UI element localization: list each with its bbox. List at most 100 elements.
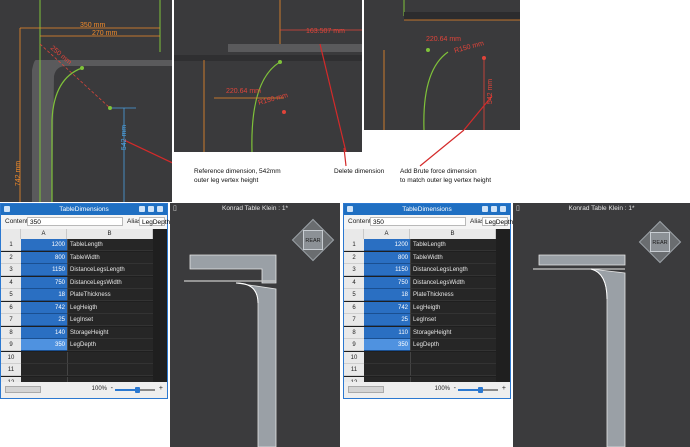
- row-header[interactable]: 8: [344, 326, 364, 339]
- spreadsheet-window-right[interactable]: TableDimensions Content: 350 Alias: LegD…: [343, 203, 513, 399]
- cell-b[interactable]: LegInset: [67, 314, 153, 326]
- sketch-panel-1[interactable]: 350 mm 270 mm 250 mm 742 mm 542 mm: [0, 0, 172, 202]
- sketch-canvas-3[interactable]: [364, 0, 520, 130]
- minimize-icon[interactable]: [482, 206, 488, 212]
- cell-a[interactable]: [364, 364, 410, 376]
- zoom-out-button[interactable]: -: [111, 385, 113, 392]
- 3d-view-right[interactable]: ▯ Konrad Table Klein : 1* REAR: [513, 203, 690, 447]
- cell-b[interactable]: LegDepth: [410, 339, 496, 351]
- zoom-slider[interactable]: [115, 387, 155, 393]
- minimize-icon[interactable]: [139, 206, 145, 212]
- cell-a[interactable]: 25: [21, 314, 67, 326]
- maximize-icon[interactable]: [148, 206, 154, 212]
- cell-b[interactable]: DistanceLegsLength: [410, 264, 496, 276]
- model-canvas[interactable]: [170, 203, 340, 447]
- table-row[interactable]: 6 742 LegHeigth: [344, 301, 510, 315]
- row-header[interactable]: 8: [1, 326, 21, 339]
- row-header[interactable]: 7: [1, 314, 21, 326]
- corner-header[interactable]: [344, 229, 364, 239]
- row-header[interactable]: 2: [344, 251, 364, 264]
- table-row[interactable]: 11: [1, 364, 167, 377]
- table-row[interactable]: 3 1150 DistanceLegsLength: [1, 264, 167, 277]
- cell-b[interactable]: LegDepth: [67, 339, 153, 351]
- row-header[interactable]: 4: [1, 276, 21, 289]
- cell-a[interactable]: 1150: [21, 264, 67, 276]
- vertex-point-2[interactable]: [80, 66, 84, 70]
- cell-b[interactable]: PlateThickness: [410, 289, 496, 301]
- window-menu-icon[interactable]: [4, 206, 10, 212]
- row-header[interactable]: 3: [1, 264, 21, 276]
- zoom-slider[interactable]: [458, 387, 498, 393]
- row-header[interactable]: 11: [1, 364, 21, 376]
- cell-a[interactable]: 1150: [364, 264, 410, 276]
- table-row[interactable]: 7 25 LegInset: [1, 314, 167, 327]
- cell-b[interactable]: DistanceLegsWidth: [67, 276, 153, 289]
- cell-a[interactable]: 742: [21, 301, 67, 314]
- column-header-b[interactable]: B: [410, 229, 496, 239]
- table-row[interactable]: 2 800 TableWidth: [344, 251, 510, 265]
- table-row[interactable]: 3 1150 DistanceLegsLength: [344, 264, 510, 277]
- horizontal-scrollbar[interactable]: [5, 386, 41, 393]
- table-row[interactable]: 4 750 DistanceLegsWidth: [1, 276, 167, 290]
- model-canvas[interactable]: [513, 203, 690, 447]
- cell-a[interactable]: [21, 351, 67, 364]
- cell-a[interactable]: 1200: [364, 239, 410, 251]
- zoom-out-button[interactable]: -: [454, 385, 456, 392]
- row-header[interactable]: 6: [344, 301, 364, 314]
- sketch-canvas-1[interactable]: [0, 0, 172, 202]
- dim-label-270[interactable]: 270 mm: [92, 30, 117, 37]
- zoom-in-button[interactable]: +: [502, 385, 506, 392]
- table-row[interactable]: 9 350 LegDepth: [1, 339, 167, 352]
- spreadsheet-grid[interactable]: A B 1 1200 TableLength 2 800 TableWidth 3 1150 D…: [344, 229, 510, 382]
- cell-a[interactable]: [364, 351, 410, 364]
- horizontal-scrollbar[interactable]: [348, 386, 384, 393]
- close-icon[interactable]: [500, 206, 506, 212]
- dim-label-163[interactable]: 163.507 mm: [306, 28, 345, 35]
- cell-b[interactable]: DistanceLegsWidth: [410, 276, 496, 289]
- row-header[interactable]: 7: [344, 314, 364, 326]
- table-row[interactable]: 8 110 StorageHeight: [344, 326, 510, 340]
- cell-b[interactable]: TableLength: [410, 239, 496, 251]
- table-row[interactable]: 8 140 StorageHeight: [1, 326, 167, 340]
- corner-header[interactable]: [1, 229, 21, 239]
- vertex-point-2[interactable]: [426, 48, 430, 52]
- row-header[interactable]: 10: [344, 351, 364, 364]
- zoom-in-button[interactable]: +: [159, 385, 163, 392]
- cell-b[interactable]: TableWidth: [67, 251, 153, 264]
- table-row[interactable]: 9 350 LegDepth: [344, 339, 510, 352]
- row-header[interactable]: 9: [1, 339, 21, 351]
- cell-a[interactable]: 25: [364, 314, 410, 326]
- content-field[interactable]: 350: [370, 217, 466, 226]
- cell-a[interactable]: 750: [364, 276, 410, 289]
- vertex-point[interactable]: [278, 60, 282, 64]
- table-row[interactable]: 5 18 PlateThickness: [1, 289, 167, 302]
- row-header[interactable]: 9: [344, 339, 364, 351]
- dim-label-radius[interactable]: 220.64 mm: [426, 36, 461, 43]
- cell-a[interactable]: 742: [364, 301, 410, 314]
- cell-a[interactable]: 350: [21, 339, 67, 351]
- table-row[interactable]: 1 1200 TableLength: [1, 239, 167, 252]
- spreadsheet-titlebar[interactable]: TableDimensions: [344, 204, 510, 215]
- row-header[interactable]: 10: [1, 351, 21, 364]
- sketch-panel-2[interactable]: 163.507 mm 220.64 mm R150 mm: [174, 0, 362, 152]
- cell-a[interactable]: 350: [364, 339, 410, 351]
- cell-b[interactable]: [67, 364, 153, 376]
- cell-a[interactable]: 18: [364, 289, 410, 301]
- cell-b[interactable]: LegHeigth: [410, 301, 496, 314]
- row-header[interactable]: 4: [344, 276, 364, 289]
- cell-a[interactable]: 800: [21, 251, 67, 264]
- cell-b[interactable]: [67, 351, 153, 364]
- dim-label-542[interactable]: 542 mm: [121, 125, 128, 150]
- cell-a[interactable]: 110: [364, 326, 410, 339]
- spreadsheet-titlebar[interactable]: TableDimensions: [1, 204, 167, 215]
- column-header-a[interactable]: A: [21, 229, 67, 239]
- cell-a[interactable]: 750: [21, 276, 67, 289]
- close-icon[interactable]: [157, 206, 163, 212]
- dim-label-742[interactable]: 742 mm: [15, 161, 22, 186]
- row-header[interactable]: 5: [344, 289, 364, 301]
- sketch-canvas-2[interactable]: [174, 0, 362, 152]
- cell-b[interactable]: LegHeigth: [67, 301, 153, 314]
- alias-field[interactable]: LegDepth: [139, 217, 170, 226]
- table-row[interactable]: 11: [344, 364, 510, 377]
- sketch-panel-3[interactable]: 220.64 mm R150 mm 542 mm: [364, 0, 520, 130]
